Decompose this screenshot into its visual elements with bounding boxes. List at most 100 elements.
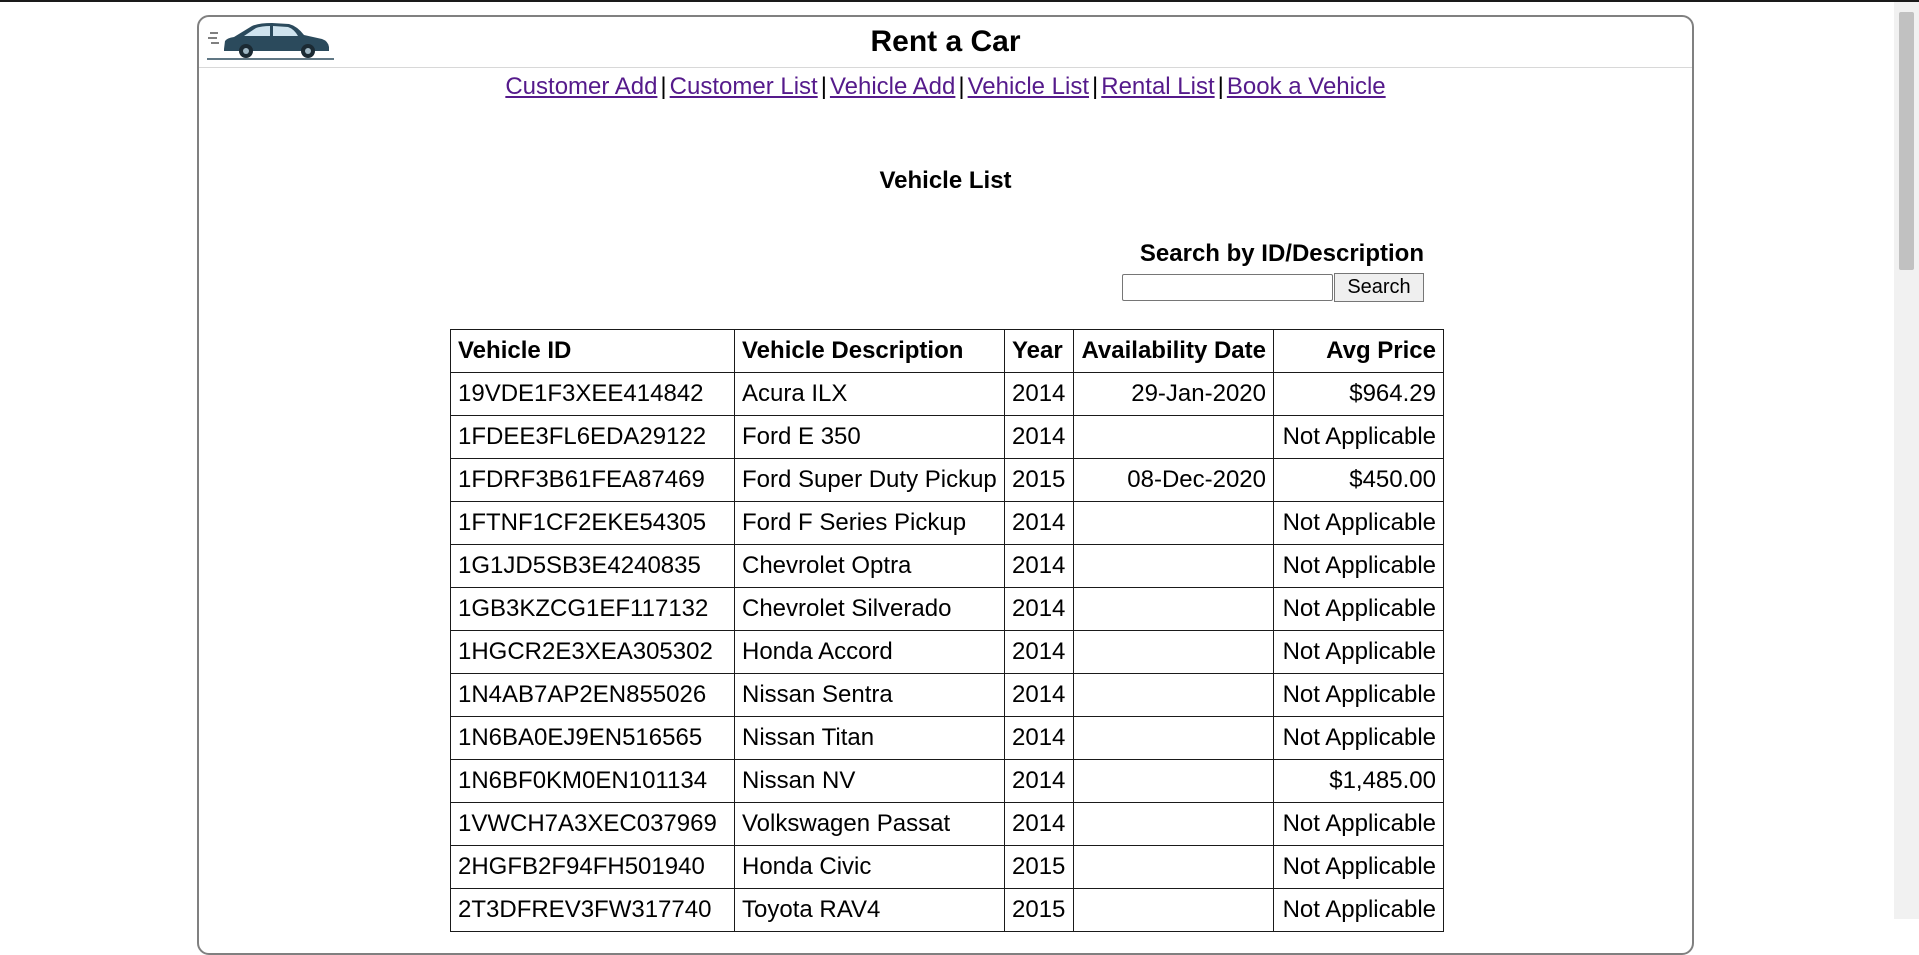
cell-availability-date	[1073, 716, 1274, 760]
page-scrollbar[interactable]	[1894, 2, 1919, 919]
cell-avg-price: Not Applicable	[1273, 673, 1444, 717]
table-row: 19VDE1F3XEE414842 Acura ILX 2014 29-Jan-202…	[450, 372, 1444, 416]
nav-vehicle-add[interactable]: Vehicle Add	[830, 73, 955, 100]
header-avg-price: Avg Price	[1273, 329, 1444, 373]
cell-year: 2014	[1004, 673, 1074, 717]
nav-vehicle-list[interactable]: Vehicle List	[968, 73, 1089, 100]
cell-year: 2014	[1004, 759, 1074, 803]
table-row: 1N6BF0KM0EN101134 Nissan NV 2014 $1,485.00	[450, 759, 1444, 803]
header-vehicle-id: Vehicle ID	[450, 329, 735, 373]
cell-vehicle-id: 1FTNF1CF2EKE54305	[450, 501, 735, 545]
cell-vehicle-description: Nissan Sentra	[734, 673, 1005, 717]
table-row: 1N6BA0EJ9EN516565 Nissan Titan 2014 Not App…	[450, 716, 1444, 760]
cell-vehicle-id: 1N6BA0EJ9EN516565	[450, 716, 735, 760]
table-row: 1VWCH7A3XEC037969 Volkswagen Passat 2014 No…	[450, 802, 1444, 846]
cell-availability-date: 29-Jan-2020	[1073, 372, 1274, 416]
nav-separator: |	[820, 73, 827, 100]
cell-vehicle-id: 1G1JD5SB3E4240835	[450, 544, 735, 588]
cell-year: 2014	[1004, 415, 1074, 459]
cell-vehicle-id: 1N6BF0KM0EN101134	[450, 759, 735, 803]
cell-availability-date	[1073, 544, 1274, 588]
cell-vehicle-description: Ford Super Duty Pickup	[734, 458, 1005, 502]
table-row: 2T3DFREV3FW317740 Toyota RAV4 2015 Not Appl…	[450, 888, 1444, 932]
cell-year: 2014	[1004, 501, 1074, 545]
scrollbar-thumb[interactable]	[1899, 12, 1914, 270]
nav-customer-list[interactable]: Customer List	[670, 73, 818, 100]
cell-avg-price: Not Applicable	[1273, 544, 1444, 588]
nav-separator: |	[958, 73, 965, 100]
cell-availability-date: 08-Dec-2020	[1073, 458, 1274, 502]
main-nav: Customer Add | Customer List | Vehicle Add | V…	[199, 73, 1692, 101]
table-row: 2HGFB2F94FH501940 Honda Civic 2015 Not Appl…	[450, 845, 1444, 889]
page-title: Vehicle List	[879, 167, 1012, 194]
cell-vehicle-description: Chevrolet Optra	[734, 544, 1005, 588]
cell-vehicle-description: Chevrolet Silverado	[734, 587, 1005, 631]
cell-availability-date	[1073, 630, 1274, 674]
cell-avg-price: Not Applicable	[1273, 415, 1444, 459]
cell-year: 2014	[1004, 372, 1074, 416]
cell-availability-date	[1073, 501, 1274, 545]
cell-availability-date	[1073, 845, 1274, 889]
table-body: 19VDE1F3XEE414842 Acura ILX 2014 29-Jan-202…	[450, 372, 1444, 932]
cell-availability-date	[1073, 759, 1274, 803]
search-label: Search by ID/Description	[1139, 240, 1424, 267]
cell-vehicle-description: Honda Civic	[734, 845, 1005, 889]
cell-vehicle-id: 2T3DFREV3FW317740	[450, 888, 735, 932]
table-header-row: Vehicle ID Vehicle Description Year Avai…	[450, 329, 1444, 373]
cell-availability-date	[1073, 888, 1274, 932]
cell-avg-price: Not Applicable	[1273, 501, 1444, 545]
cell-vehicle-description: Nissan Titan	[734, 716, 1005, 760]
cell-vehicle-id: 1VWCH7A3XEC037969	[450, 802, 735, 846]
header-vehicle-description: Vehicle Description	[734, 329, 1005, 373]
cell-availability-date	[1073, 673, 1274, 717]
header-bar: Rent a Car	[199, 17, 1692, 68]
cell-vehicle-description: Toyota RAV4	[734, 888, 1005, 932]
cell-year: 2014	[1004, 587, 1074, 631]
table-row: 1FDRF3B61FEA87469 Ford Super Duty Pickup 2…	[450, 458, 1444, 502]
cell-year: 2014	[1004, 630, 1074, 674]
cell-vehicle-id: 1FDEE3FL6EDA29122	[450, 415, 735, 459]
header-year: Year	[1004, 329, 1074, 373]
cell-vehicle-id: 1FDRF3B61FEA87469	[450, 458, 735, 502]
table-row: 1HGCR2E3XEA305302 Honda Accord 2014 Not App…	[450, 630, 1444, 674]
search-button[interactable]: Search	[1334, 273, 1424, 302]
cell-avg-price: $1,485.00	[1273, 759, 1444, 803]
cell-vehicle-description: Volkswagen Passat	[734, 802, 1005, 846]
cell-avg-price: $964.29	[1273, 372, 1444, 416]
cell-avg-price: $450.00	[1273, 458, 1444, 502]
cell-avg-price: Not Applicable	[1273, 888, 1444, 932]
table-row: 1G1JD5SB3E4240835 Chevrolet Optra 2014 Not …	[450, 544, 1444, 588]
cell-year: 2014	[1004, 802, 1074, 846]
browser-top-border	[0, 0, 1919, 2]
nav-book-a-vehicle[interactable]: Book a Vehicle	[1227, 73, 1386, 100]
cell-availability-date	[1073, 802, 1274, 846]
cell-avg-price: Not Applicable	[1273, 630, 1444, 674]
nav-customer-add[interactable]: Customer Add	[505, 73, 657, 100]
cell-availability-date	[1073, 587, 1274, 631]
search-input[interactable]	[1122, 274, 1333, 301]
cell-year: 2015	[1004, 845, 1074, 889]
cell-vehicle-description: Acura ILX	[734, 372, 1005, 416]
cell-avg-price: Not Applicable	[1273, 716, 1444, 760]
cell-avg-price: Not Applicable	[1273, 587, 1444, 631]
cell-year: 2014	[1004, 544, 1074, 588]
nav-rental-list[interactable]: Rental List	[1101, 73, 1214, 100]
search-row: Search	[1119, 273, 1424, 302]
nav-separator: |	[1092, 73, 1099, 100]
cell-year: 2015	[1004, 888, 1074, 932]
cell-year: 2014	[1004, 716, 1074, 760]
vehicle-table: Vehicle ID Vehicle Description Year Avai…	[450, 329, 1444, 932]
cell-avg-price: Not Applicable	[1273, 845, 1444, 889]
cell-vehicle-id: 19VDE1F3XEE414842	[450, 372, 735, 416]
cell-vehicle-id: 1HGCR2E3XEA305302	[450, 630, 735, 674]
table-row: 1GB3KZCG1EF117132 Chevrolet Silverado 2014…	[450, 587, 1444, 631]
cell-avg-price: Not Applicable	[1273, 802, 1444, 846]
cell-vehicle-description: Nissan NV	[734, 759, 1005, 803]
table-row: 1FTNF1CF2EKE54305 Ford F Series Pickup 201…	[450, 501, 1444, 545]
search-block: Search by ID/Description Search	[1119, 240, 1424, 302]
cell-vehicle-id: 1N4AB7AP2EN855026	[450, 673, 735, 717]
cell-vehicle-description: Honda Accord	[734, 630, 1005, 674]
cell-vehicle-description: Ford E 350	[734, 415, 1005, 459]
header-availability-date: Availability Date	[1073, 329, 1274, 373]
nav-separator: |	[660, 73, 667, 100]
